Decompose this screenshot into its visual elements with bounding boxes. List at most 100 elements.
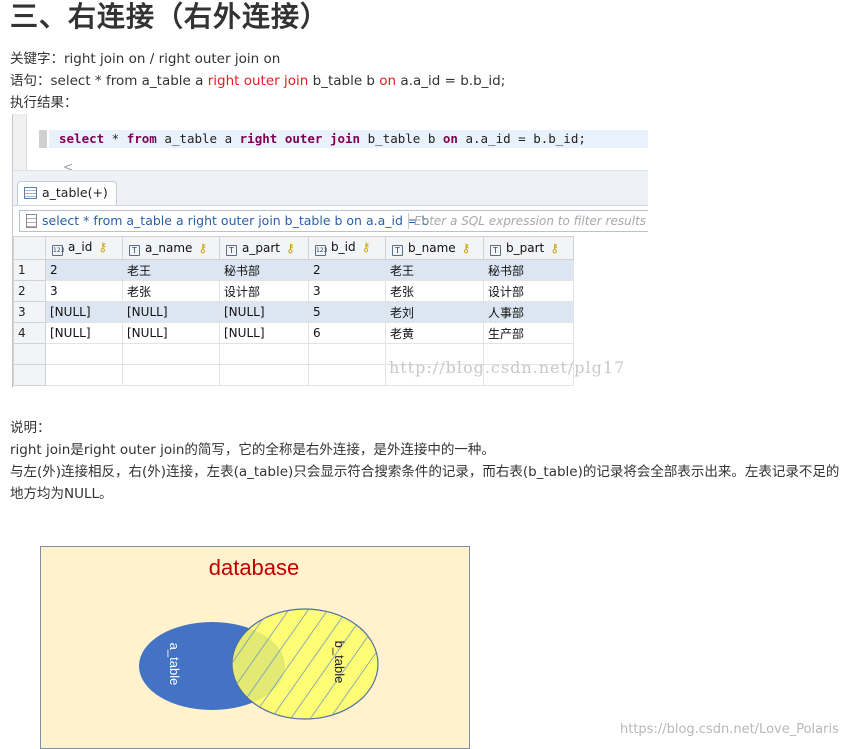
cell[interactable]: [NULL]: [45, 322, 123, 344]
sort-key-icon[interactable]: ⚷: [362, 240, 371, 254]
venn-diagram: database a_table b_table: [40, 546, 470, 749]
numeric-column-icon: 123: [315, 245, 328, 256]
column-header[interactable]: Ta_part ⚷: [219, 236, 309, 260]
table-row[interactable]: 4 [NULL] [NULL] [NULL] 6 老黄 生产部: [13, 322, 574, 344]
kw-outer: outer: [284, 131, 323, 146]
filter-bar: select * from a_table a right outer join…: [19, 210, 648, 232]
column-name: a_id: [68, 240, 93, 254]
explanation-line-1: right join是right outer join的简写，它的全称是右外连接…: [10, 442, 495, 458]
syntax-mid: b_table b: [308, 73, 380, 89]
cell[interactable]: 秘书部: [483, 259, 574, 281]
explanation-line-2: 与左(外)连接相反，右(外)连接，左表(a_table)只会显示符合搜索条件的记…: [10, 464, 840, 480]
keyword-label: 关键字：: [10, 51, 64, 67]
page-watermark: https://blog.csdn.net/Love_Polaris: [620, 722, 839, 737]
cell[interactable]: 老王: [385, 259, 484, 281]
sort-key-icon[interactable]: ⚷: [462, 241, 471, 255]
cell[interactable]: 3: [308, 280, 386, 302]
syntax-before: select * from a_table a: [50, 73, 208, 89]
sort-key-icon[interactable]: ⚷: [98, 240, 107, 254]
cell[interactable]: 3: [45, 280, 123, 302]
row-number: 4: [13, 322, 46, 344]
column-header[interactable]: Tb_part ⚷: [483, 236, 574, 260]
sort-key-icon[interactable]: ⚷: [198, 241, 207, 255]
venn-title: database: [209, 555, 300, 580]
row-number: [13, 364, 46, 386]
cell[interactable]: [NULL]: [122, 322, 220, 344]
kw-from: from: [126, 131, 157, 146]
filter-query-text: select * from a_table a right outer join…: [42, 213, 430, 228]
venn-right-label: b_table: [332, 641, 347, 684]
syntax-right-outer-join: right outer join: [207, 73, 309, 89]
cell[interactable]: 设计部: [219, 280, 309, 302]
explanation-label: 说明：: [10, 420, 51, 436]
sql-editor[interactable]: select * from a_table a right outer join…: [13, 114, 648, 174]
column-header[interactable]: 123 a_id ⚷: [45, 236, 123, 260]
text-column-icon: T: [392, 244, 403, 256]
keyword-line: 关键字：right join on / right outer join on: [10, 49, 280, 69]
cell[interactable]: 5: [308, 301, 386, 323]
keyword-text: right join on / right outer join on: [64, 51, 281, 67]
table-row[interactable]: 3 [NULL] [NULL] [NULL] 5 老刘 人事部: [13, 301, 574, 323]
cell[interactable]: [NULL]: [219, 301, 309, 323]
tab-label: a_table(+): [42, 185, 108, 200]
sql-part: a.a_id = b.b_id;: [457, 131, 586, 146]
column-name: b_part: [506, 240, 545, 255]
cell[interactable]: 人事部: [483, 301, 574, 323]
sql-part: *: [104, 131, 127, 146]
table-row[interactable]: 1 2 老王 秘书部 2 老王 秘书部: [13, 259, 574, 281]
sql-result-screenshot: select * from a_table a right outer join…: [12, 114, 648, 388]
sql-editor-line[interactable]: select * from a_table a right outer join…: [49, 130, 648, 148]
cell[interactable]: 老王: [122, 259, 220, 281]
cell[interactable]: [NULL]: [45, 301, 123, 323]
column-header[interactable]: Ta_name ⚷: [122, 236, 220, 260]
cell[interactable]: [NULL]: [219, 322, 309, 344]
result-label: 执行结果：: [10, 95, 78, 111]
cell[interactable]: 老张: [385, 280, 484, 302]
cell[interactable]: 2: [308, 259, 386, 281]
cell[interactable]: 老黄: [385, 322, 484, 344]
cell[interactable]: 秘书部: [219, 259, 309, 281]
sql-part: [322, 131, 330, 146]
sql-document-icon: [26, 214, 37, 228]
line-marker: [39, 130, 47, 148]
text-column-icon: T: [129, 244, 140, 256]
row-number: 2: [13, 280, 46, 302]
result-tabbar: a_table(+): [13, 170, 648, 206]
sql-part: b_table b: [360, 131, 443, 146]
sql-part: a_table a: [156, 131, 240, 146]
cell[interactable]: 老刘: [385, 301, 484, 323]
row-number: [13, 343, 46, 365]
syntax-line: 语句：select * from a_table a right outer j…: [10, 71, 505, 91]
column-header[interactable]: 123 b_id ⚷: [308, 236, 386, 260]
column-header[interactable]: Tb_name ⚷: [385, 236, 484, 260]
sort-key-icon[interactable]: ⚷: [550, 241, 559, 255]
cell[interactable]: [NULL]: [122, 301, 220, 323]
kw-join: join: [329, 131, 361, 146]
text-column-icon: T: [490, 244, 501, 256]
table-row[interactable]: 2 3 老张 设计部 3 老张 设计部: [13, 280, 574, 302]
editor-gutter: [13, 114, 27, 170]
filter-input[interactable]: [414, 211, 648, 231]
image-watermark: http://blog.csdn.net/plg17: [389, 358, 626, 377]
numeric-column-icon: 123: [52, 245, 65, 256]
page-heading: 三、右连接（右外连接）: [10, 0, 330, 33]
column-name: a_part: [242, 240, 280, 255]
cell[interactable]: 6: [308, 322, 386, 344]
column-name: a_name: [145, 240, 193, 255]
sort-key-icon[interactable]: ⚷: [286, 241, 295, 255]
cell[interactable]: 2: [45, 259, 123, 281]
cell[interactable]: 老张: [122, 280, 220, 302]
text-column-icon: T: [226, 244, 237, 256]
filter-divider: [408, 213, 409, 229]
syntax-label: 语句：: [10, 73, 51, 89]
venn-left-label: a_table: [167, 643, 182, 686]
syntax-after: a.a_id = b.b_id;: [396, 73, 506, 89]
sql-part: [277, 131, 285, 146]
header-row: 123 a_id ⚷ Ta_name ⚷ Ta_part ⚷ 123 b_id ⚷ Tb_n…: [13, 236, 574, 260]
column-name: b_name: [408, 240, 456, 255]
tab-a-table[interactable]: a_table(+): [17, 181, 117, 205]
syntax-on: on: [379, 73, 397, 89]
column-name: b_id: [331, 240, 356, 254]
cell[interactable]: 生产部: [483, 322, 574, 344]
cell[interactable]: 设计部: [483, 280, 574, 302]
